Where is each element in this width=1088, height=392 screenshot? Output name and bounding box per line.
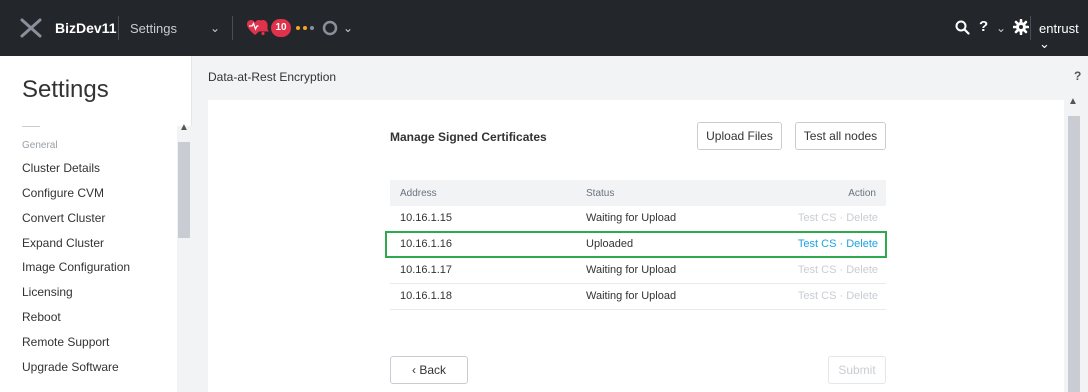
row-actions: Test CS · Delete (798, 264, 878, 276)
test-cs-link: Test CS (797, 290, 837, 302)
upload-files-button[interactable]: Upload Files (697, 122, 782, 150)
user-menu[interactable]: entrust ⌄ (1039, 21, 1088, 52)
nav-divider (232, 16, 233, 40)
scroll-up-icon[interactable]: ▲ (1068, 96, 1078, 107)
sidebar-item-licensing[interactable]: Licensing (22, 285, 73, 299)
table-row: 10.16.1.18 Waiting for Upload Test CS · … (390, 284, 886, 310)
chevron-down-icon[interactable]: ⌄ (996, 21, 1006, 35)
help-icon[interactable]: ? (1074, 69, 1081, 83)
sidebar-item-convert-cluster[interactable]: Convert Cluster (22, 211, 105, 225)
top-nav-bar: BizDev11 Settings ⌄ 10 ⌄ ? ⌄ entrust ⌄ (0, 0, 1088, 56)
sidebar-item-expand-cluster[interactable]: Expand Cluster (22, 236, 104, 250)
sidebar-item-configure-cvm[interactable]: Configure CVM (22, 186, 104, 200)
sidebar-item-remote-support[interactable]: Remote Support (22, 335, 109, 349)
delete-link[interactable]: Delete (846, 238, 878, 250)
settings-nav-link[interactable]: Settings (130, 21, 177, 36)
delete-link: Delete (846, 290, 878, 302)
scroll-up-icon[interactable]: ▲ (179, 122, 189, 133)
row-status: Waiting for Upload (586, 212, 677, 224)
main-scrollbar-thumb[interactable] (1068, 116, 1080, 392)
delete-link: Delete (846, 212, 878, 224)
test-cs-link: Test CS (797, 264, 837, 276)
table-row: 10.16.1.16 Uploaded Test CS · Delete (390, 232, 886, 258)
chevron-down-icon[interactable]: ⌄ (210, 21, 220, 35)
nav-divider (1030, 16, 1031, 40)
row-actions: Test CS · Delete (798, 290, 878, 302)
back-button[interactable]: ‹ Back (390, 356, 468, 384)
help-icon[interactable]: ? (979, 18, 988, 35)
user-name: entrust (1039, 21, 1079, 36)
action-separator: · (836, 238, 847, 250)
action-separator: · (836, 290, 847, 302)
table-header: Address Status Action (390, 180, 886, 206)
row-status: Waiting for Upload (586, 290, 677, 302)
chevron-left-icon: ‹ (411, 363, 416, 377)
row-status: Uploaded (586, 238, 634, 250)
row-actions: Test CS · Delete (798, 238, 878, 250)
section-title: Manage Signed Certificates (390, 130, 547, 144)
row-address: 10.16.1.17 (400, 264, 452, 276)
chevron-down-icon: ⌄ (1039, 36, 1050, 51)
sidebar-group-label: General (22, 140, 58, 151)
chevron-down-icon[interactable]: ⌄ (343, 21, 353, 35)
bell-icon[interactable] (256, 19, 270, 36)
table-row: 10.16.1.17 Waiting for Upload Test CS · … (390, 258, 886, 284)
task-circle-icon[interactable] (322, 20, 338, 36)
nutanix-logo-icon[interactable] (20, 18, 42, 38)
nav-divider (118, 16, 119, 40)
row-actions: Test CS · Delete (798, 212, 878, 224)
gear-icon[interactable] (1013, 19, 1029, 35)
column-header-address: Address (400, 188, 437, 199)
delete-link: Delete (846, 264, 878, 276)
sidebar-divider (22, 126, 40, 127)
row-address: 10.16.1.15 (400, 212, 452, 224)
column-header-status: Status (586, 188, 615, 199)
warning-dot (303, 26, 307, 30)
column-header-action: Action (848, 188, 876, 199)
settings-sidebar: Settings General Cluster Details Configu… (0, 56, 192, 392)
test-all-nodes-button[interactable]: Test all nodes (795, 122, 886, 150)
sidebar-title: Settings (22, 76, 109, 103)
test-cs-link: Test CS (797, 212, 837, 224)
sidebar-scrollbar-thumb[interactable] (178, 142, 190, 238)
action-separator: · (836, 212, 847, 224)
sidebar-item-reboot[interactable]: Reboot (22, 310, 61, 324)
row-status: Waiting for Upload (586, 264, 677, 276)
sidebar-item-image-configuration[interactable]: Image Configuration (22, 260, 130, 274)
search-icon[interactable] (955, 20, 970, 35)
cluster-name[interactable]: BizDev11 (55, 20, 116, 36)
action-separator: · (836, 264, 847, 276)
test-cs-link[interactable]: Test CS (798, 238, 837, 250)
table-row: 10.16.1.15 Waiting for Upload Test CS · … (390, 206, 886, 232)
row-address: 10.16.1.18 (400, 290, 452, 302)
back-button-label: Back (419, 363, 447, 377)
row-address: 10.16.1.16 (400, 238, 452, 250)
page-title: Data-at-Rest Encryption (208, 70, 337, 84)
info-dot (310, 26, 314, 30)
warning-dot (296, 26, 300, 30)
sidebar-item-upgrade-software[interactable]: Upgrade Software (22, 360, 119, 374)
sidebar-item-cluster-details[interactable]: Cluster Details (22, 161, 100, 175)
alert-count-badge[interactable]: 10 (271, 19, 291, 37)
submit-button[interactable]: Submit (828, 356, 886, 384)
